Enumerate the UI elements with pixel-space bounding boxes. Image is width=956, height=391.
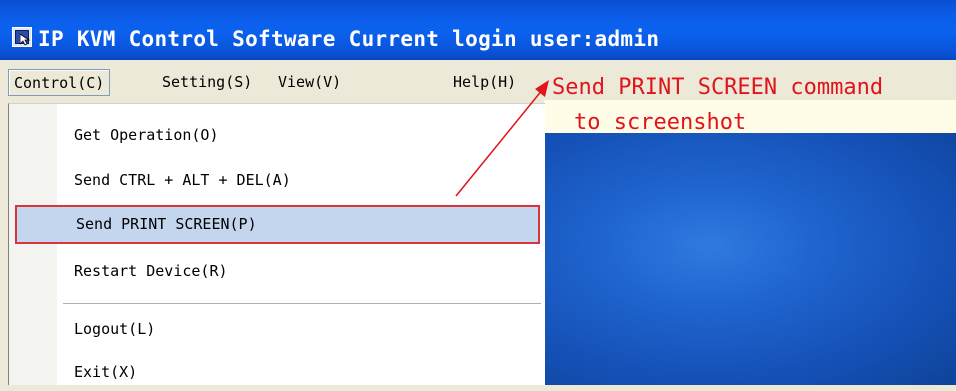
window-title: IP KVM Control Software Current login us… [38, 27, 660, 51]
menu-item-exit[interactable]: Exit(X) [9, 353, 544, 391]
annotation-line-1: Send PRINT SCREEN command [552, 75, 884, 100]
menu-control[interactable]: Control(C) [8, 69, 111, 96]
menu-item-send-ctrl-alt-del[interactable]: Send CTRL + ALT + DEL(A) [9, 161, 544, 199]
annotation-line-2: to screenshot [574, 110, 747, 135]
menu-help[interactable]: Help(H) [448, 69, 521, 96]
menu-item-get-operation[interactable]: Get Operation(O) [9, 116, 544, 154]
cursor-icon [20, 34, 30, 46]
remote-desktop-view[interactable] [544, 133, 956, 385]
menu-separator [63, 303, 541, 304]
menu-item-send-print-screen[interactable]: Send PRINT SCREEN(P) [15, 205, 540, 244]
menu-setting[interactable]: Setting(S) [157, 69, 257, 96]
menu-item-logout[interactable]: Logout(L) [9, 310, 544, 348]
control-dropdown-menu: Get Operation(O) Send CTRL + ALT + DEL(A… [8, 103, 545, 385]
app-icon[interactable] [12, 27, 32, 47]
menu-view[interactable]: View(V) [273, 69, 346, 96]
title-bar[interactable]: IP KVM Control Software Current login us… [0, 0, 956, 60]
menu-item-restart-device[interactable]: Restart Device(R) [9, 252, 544, 290]
